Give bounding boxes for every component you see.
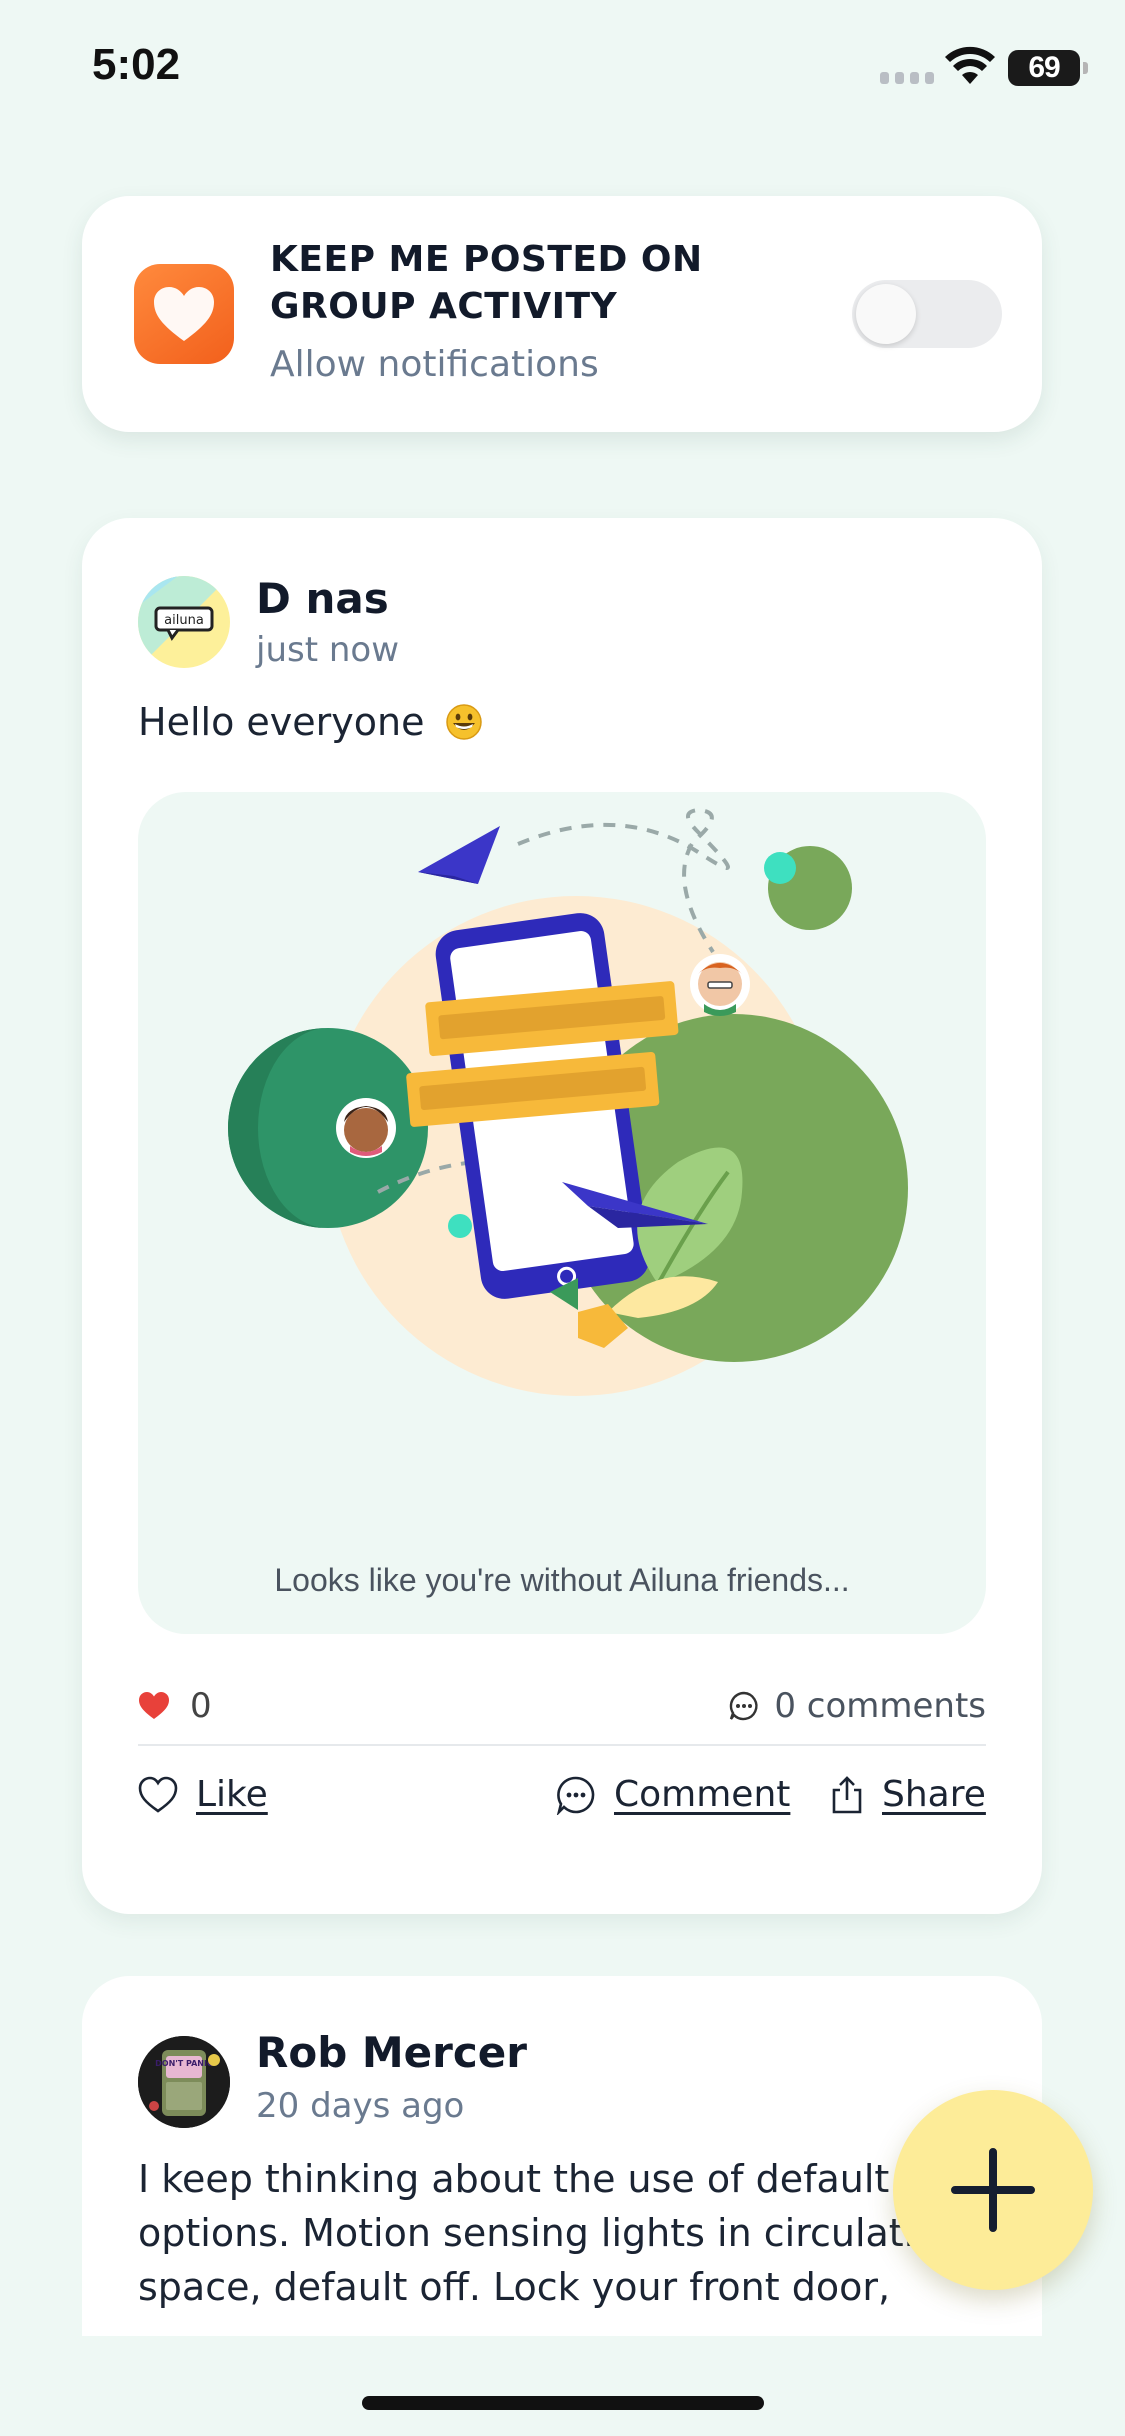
post-timestamp: just now (256, 630, 400, 670)
battery-icon: 69 (1008, 50, 1088, 86)
avatar[interactable]: DON'T PANIC (138, 2036, 230, 2128)
comment-bubble-icon (730, 1691, 758, 1721)
post-text: I keep thinking about the use of default… (138, 2157, 915, 2309)
comment-count-value: 0 comments (774, 1686, 986, 1726)
status-bar: 5:02 69 (0, 0, 1125, 140)
share-button-label: Share (882, 1774, 986, 1815)
share-button[interactable]: Share (830, 1774, 986, 1815)
cellular-signal-icon (880, 72, 934, 84)
post-card: ailuna D nas just now Hello everyone Loo… (82, 518, 1042, 1914)
like-button[interactable]: Like (138, 1774, 268, 1815)
heart-icon (134, 264, 234, 364)
home-indicator[interactable] (362, 2396, 764, 2410)
toggle-knob (856, 284, 916, 344)
post-body: Hello everyone (138, 700, 483, 744)
wifi-icon (945, 46, 995, 84)
grinning-face-emoji-icon (445, 704, 482, 740)
post-author[interactable]: Rob Mercer (256, 2028, 527, 2077)
like-count-value: 0 (190, 1686, 212, 1726)
avatar[interactable]: ailuna (138, 576, 230, 668)
empty-state-caption: Looks like you're without Ailuna friends… (274, 1562, 850, 1598)
post-text: Hello everyone (138, 700, 425, 744)
avatar-logo-text: ailuna (164, 613, 204, 628)
like-button-label: Like (196, 1774, 268, 1815)
comment-button-label: Comment (614, 1774, 791, 1815)
comment-button[interactable]: Comment (556, 1774, 790, 1815)
heart-filled-icon (139, 1692, 169, 1719)
comment-count[interactable]: 0 comments (728, 1686, 986, 1726)
like-count[interactable]: 0 (138, 1686, 212, 1726)
share-icon (832, 1775, 862, 1813)
comment-bubble-icon (556, 1776, 595, 1815)
post-stats: 0 0 comments (138, 1678, 986, 1738)
empty-state-illustration: Looks like you're without Ailuna friends… (138, 792, 986, 1634)
post-author[interactable]: D nas (256, 574, 389, 623)
notifications-toggle[interactable] (852, 280, 1002, 348)
post-timestamp: 20 days ago (256, 2086, 465, 2126)
friends-illustration (228, 807, 908, 1396)
notification-subtitle: Allow notifications (270, 344, 599, 385)
avatar-logo-text: DON'T PANIC (155, 2059, 213, 2068)
post-actions: Like Comment Share (138, 1774, 986, 1844)
plus-icon (951, 2148, 1035, 2232)
battery-level: 69 (1028, 51, 1060, 84)
notification-prompt-card: KEEP ME POSTED ON GROUP ACTIVITY Allow n… (82, 196, 1042, 432)
heart-outline-icon (138, 1776, 178, 1813)
divider (138, 1744, 986, 1746)
create-post-button[interactable] (893, 2090, 1093, 2290)
status-time: 5:02 (92, 40, 181, 89)
notification-title: KEEP ME POSTED ON GROUP ACTIVITY (270, 239, 703, 327)
